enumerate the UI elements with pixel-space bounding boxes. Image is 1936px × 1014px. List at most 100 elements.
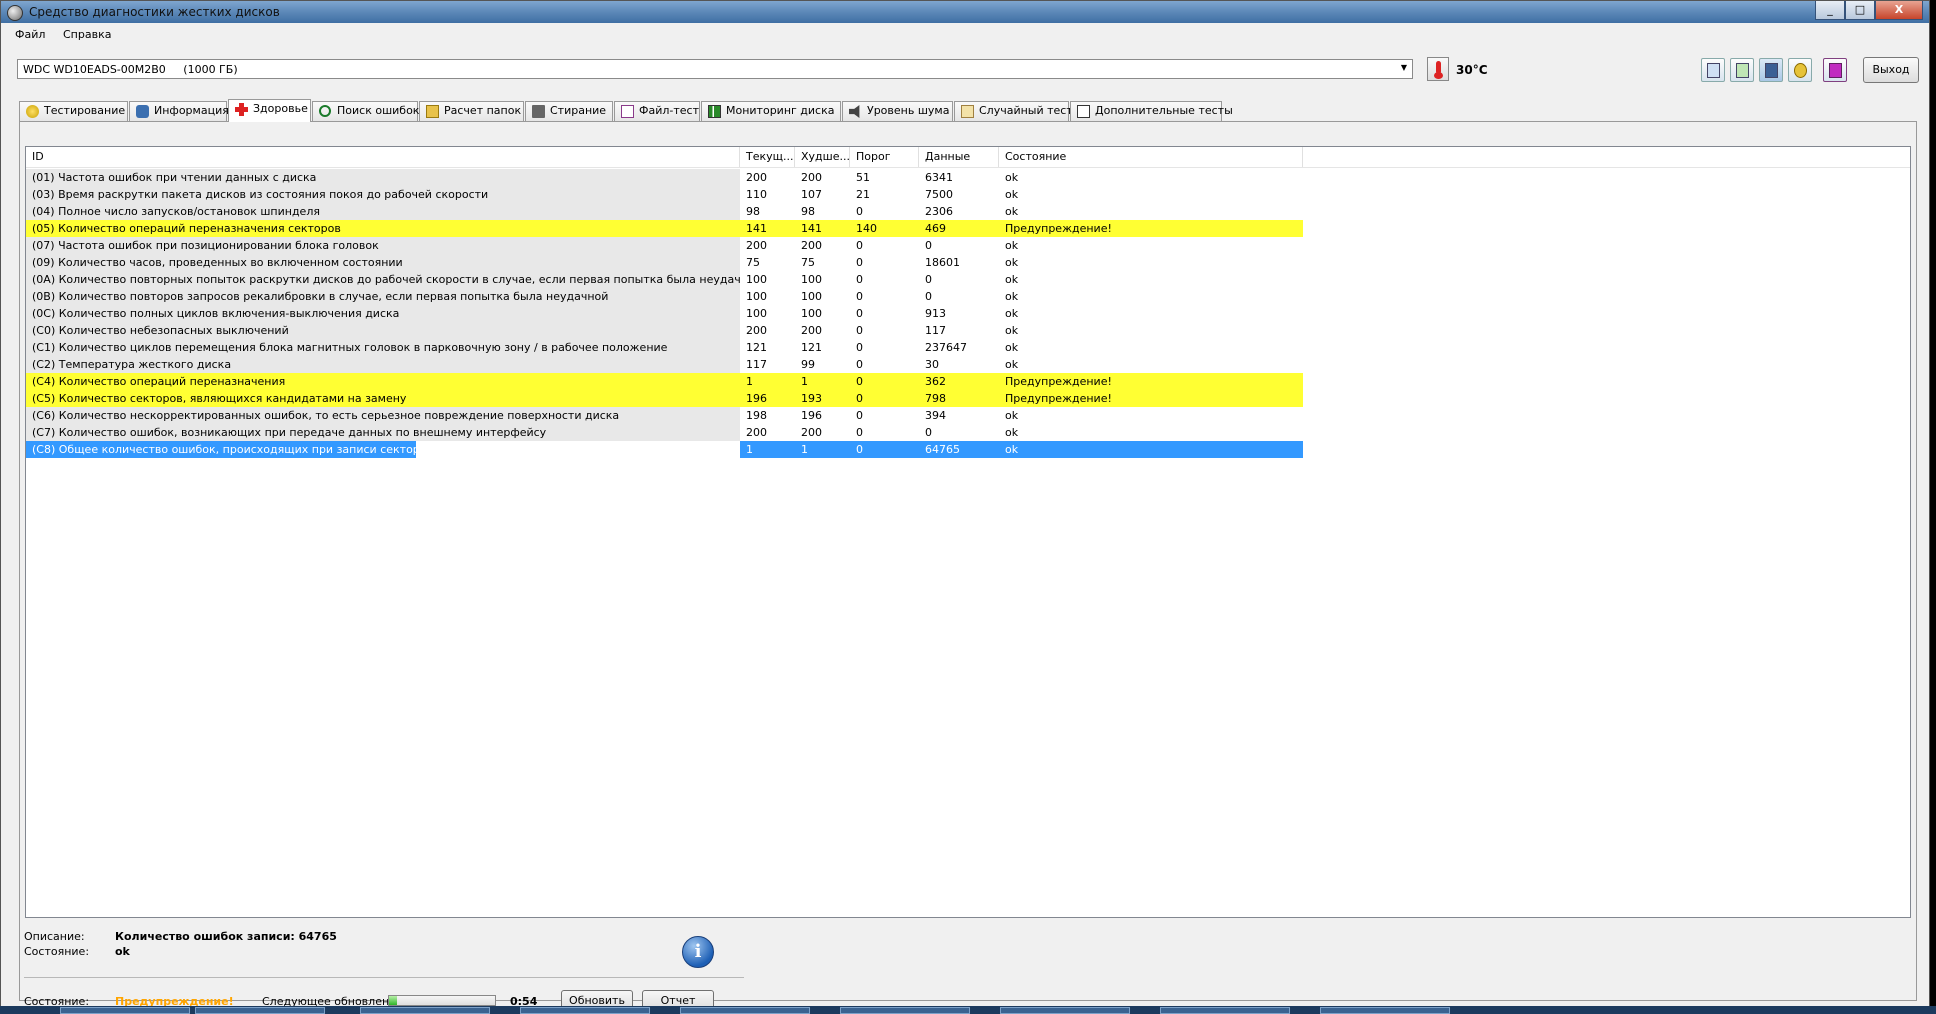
table-row[interactable]: (03) Время раскрутки пакета дисков из со…: [26, 186, 1303, 203]
taskbar-item[interactable]: [1320, 1007, 1450, 1014]
copy-green-button[interactable]: [1730, 58, 1754, 82]
table-row[interactable]: (04) Полное число запусков/остановок шпи…: [26, 203, 1303, 220]
tab-noise-level[interactable]: Уровень шума: [842, 101, 953, 121]
table-row[interactable]: (C5) Количество секторов, являющихся кан…: [26, 390, 1303, 407]
smart-table[interactable]: ID Текущ... Худше... Порог Данные Состоя…: [25, 146, 1911, 918]
chart-icon: [708, 105, 721, 118]
window-controls: _ □ X: [1815, 1, 1923, 20]
table-row[interactable]: (0C) Количество полных циклов включения-…: [26, 305, 1303, 322]
state-value: ok: [115, 945, 130, 958]
tab-label: Мониторинг диска: [726, 104, 835, 117]
cell-data: 798: [919, 390, 999, 407]
title-bar[interactable]: Средство диагностики жестких дисков _ □ …: [1, 1, 1929, 23]
cell-id: (0A) Количество повторных попыток раскру…: [26, 271, 740, 288]
close-button[interactable]: X: [1875, 1, 1923, 20]
cell-current: 110: [746, 188, 767, 201]
taskbar-item[interactable]: [1160, 1007, 1290, 1014]
cell-data: 30: [925, 358, 939, 371]
col-worst[interactable]: Худше...: [795, 147, 850, 167]
table-row[interactable]: (0A) Количество повторных попыток раскру…: [26, 271, 1303, 288]
taskbar-item[interactable]: [1000, 1007, 1130, 1014]
cell-state: ok: [1005, 205, 1019, 218]
cell-state: ok: [1005, 358, 1019, 371]
table-row[interactable]: (0B) Количество повторов запросов рекали…: [26, 288, 1303, 305]
col-current[interactable]: Текущ...: [740, 147, 795, 167]
tab-disk-monitoring[interactable]: Мониторинг диска: [701, 101, 841, 121]
col-data[interactable]: Данные: [919, 147, 999, 167]
cell-worst: 100: [801, 273, 822, 286]
cell-threshold: 51: [856, 171, 870, 184]
menu-help[interactable]: Справка: [63, 28, 111, 41]
table-row[interactable]: (C6) Количество нескорректированных ошиб…: [26, 407, 1303, 424]
table-row[interactable]: (C7) Количество ошибок, возникающих при …: [26, 424, 1303, 441]
tab-additional-tests[interactable]: Дополнительные тесты: [1070, 101, 1233, 121]
tab-health[interactable]: Здоровье: [228, 99, 311, 122]
app-icon: [7, 5, 23, 21]
table-row[interactable]: (05) Количество операций переназначения …: [26, 220, 1303, 237]
cell-current: 1: [740, 441, 795, 458]
cell-id: (C2) Температура жесткого диска: [26, 356, 740, 373]
cell-worst: 121: [801, 341, 822, 354]
cell-data: 362: [919, 373, 999, 390]
maximize-button[interactable]: □: [1845, 1, 1875, 20]
table-row[interactable]: (07) Частота ошибок при позиционировании…: [26, 237, 1303, 254]
tab-file-test[interactable]: Файл-тест: [614, 101, 700, 121]
cell-id: (0C) Количество полных циклов включения-…: [26, 305, 740, 322]
cell-state: ok: [1005, 171, 1019, 184]
tab-information[interactable]: Информация: [129, 101, 229, 121]
tab-folder-calc[interactable]: Расчет папок: [419, 101, 524, 121]
taskbar-item[interactable]: [520, 1007, 650, 1014]
cell-current: 198: [746, 409, 767, 422]
cell-id: (04) Полное число запусков/остановок шпи…: [26, 203, 740, 220]
table-row[interactable]: (C4) Количество операций переназначения 1…: [26, 373, 1303, 390]
cell-data: 6341: [925, 171, 953, 184]
tab-error-search[interactable]: Поиск ошибок: [312, 101, 419, 121]
taskbar-item[interactable]: [60, 1007, 190, 1014]
cell-id: (C6) Количество нескорректированных ошиб…: [26, 407, 740, 424]
cell-current: 98: [746, 205, 760, 218]
tab-random-test[interactable]: Случайный тест: [954, 101, 1073, 121]
tab-label: Здоровье: [253, 102, 308, 115]
cell-worst: 99: [801, 358, 815, 371]
minimize-button[interactable]: _: [1815, 1, 1845, 20]
tab-wipe[interactable]: Стирание: [525, 101, 613, 121]
cell-state: ok: [1005, 409, 1019, 422]
tab-label: Файл-тест: [639, 104, 699, 117]
col-id[interactable]: ID: [26, 147, 740, 167]
table-row[interactable]: (C2) Температура жесткого диска 117 99 0 30 o…: [26, 356, 1303, 373]
tab-testing[interactable]: Тестирование: [19, 101, 128, 121]
cell-threshold: 0: [856, 273, 863, 286]
folder-icon: [426, 105, 439, 118]
col-state[interactable]: Состояние: [999, 147, 1303, 167]
taskbar-item[interactable]: [360, 1007, 490, 1014]
cell-worst: 200: [801, 239, 822, 252]
table-row[interactable]: (C8) Общее количество ошибок, происходящ…: [26, 441, 1303, 458]
cell-id: (C5) Количество секторов, являющихся кан…: [26, 390, 740, 407]
key-button[interactable]: [1788, 58, 1812, 82]
table-row[interactable]: (01) Частота ошибок при чтении данных с …: [26, 169, 1303, 186]
save-button[interactable]: [1759, 58, 1783, 82]
chevron-down-icon[interactable]: ▼: [1401, 63, 1407, 72]
col-threshold[interactable]: Порог: [850, 147, 919, 167]
magnifier-icon: [319, 105, 331, 117]
menu-file[interactable]: Файл: [15, 28, 45, 41]
info-icon: i: [682, 936, 714, 968]
table-row[interactable]: (09) Количество часов, проведенных во вк…: [26, 254, 1303, 271]
download-button[interactable]: [1823, 58, 1847, 82]
cell-state: ok: [1005, 188, 1019, 201]
taskbar-item[interactable]: [195, 1007, 325, 1014]
cell-state: ok: [1005, 290, 1019, 303]
disk-select[interactable]: WDC WD10EADS-00M2B0 (1000 ГБ) ▼: [17, 59, 1413, 79]
table-row[interactable]: (C1) Количество циклов перемещения блока…: [26, 339, 1303, 356]
window-title: Средство диагностики жестких дисков: [29, 5, 280, 19]
update-progress-bar: [388, 995, 496, 1006]
cell-worst: 200: [801, 171, 822, 184]
table-row[interactable]: (C0) Количество небезопасных выключений 2…: [26, 322, 1303, 339]
taskbar-item[interactable]: [680, 1007, 810, 1014]
taskbar-item[interactable]: [840, 1007, 970, 1014]
cell-threshold: 0: [856, 239, 863, 252]
cell-worst: 98: [801, 205, 815, 218]
exit-button[interactable]: Выход: [1863, 57, 1919, 83]
table-header: ID Текущ... Худше... Порог Данные Состоя…: [26, 147, 1910, 168]
copy-button[interactable]: [1701, 58, 1725, 82]
